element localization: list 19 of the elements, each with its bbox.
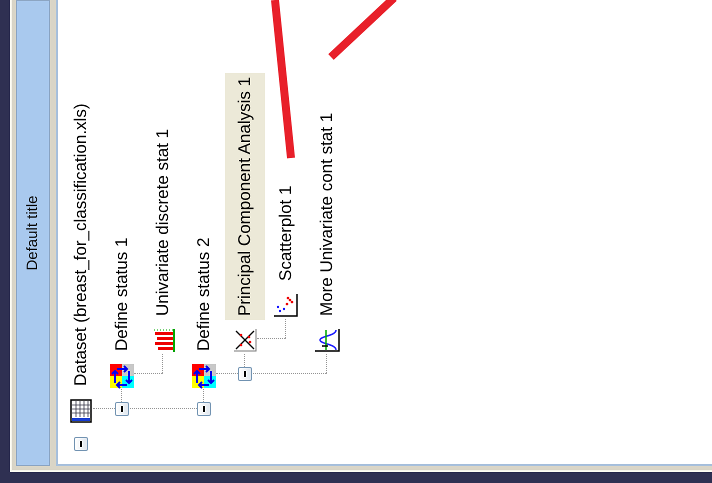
collapse-toggle[interactable]	[74, 437, 88, 451]
arrows-icon	[108, 363, 134, 389]
tree-item[interactable]: Define status 2	[184, 234, 224, 355]
collapse-toggle[interactable]	[196, 402, 210, 416]
tree-item[interactable]: Scatterplot 1	[266, 182, 306, 285]
tree-item[interactable]: Principal Component Analysis 1	[224, 72, 264, 320]
tree-item[interactable]: More Univariate cont stat 1	[306, 108, 346, 320]
tree-item[interactable]: Univariate discrete stat 1	[142, 124, 182, 320]
tree-item[interactable]: Define status 1	[102, 234, 142, 355]
cross-plot-icon	[232, 328, 258, 354]
arrows-icon	[190, 363, 216, 389]
scatter-plot-icon	[272, 293, 298, 319]
table-icon	[68, 398, 94, 424]
bell-curve-icon	[314, 328, 340, 354]
tree-item[interactable]: Dataset (breast_for_classification.xls)	[60, 99, 100, 390]
collapse-toggle[interactable]	[114, 402, 128, 416]
annotation-line	[328, 0, 397, 60]
window-title: Default title	[22, 195, 42, 271]
collapse-toggle[interactable]	[238, 367, 252, 381]
